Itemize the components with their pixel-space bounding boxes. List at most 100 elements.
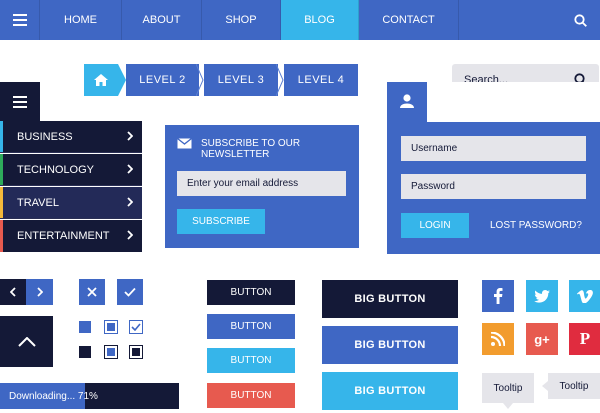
button-red[interactable]: BUTTON [207,383,295,408]
chevron-right-icon [127,230,133,240]
checkbox[interactable] [104,345,118,359]
vimeo-icon [577,289,593,303]
menu-item-business[interactable]: BUSINESS [0,121,142,153]
lost-password-link[interactable]: LOST PASSWORD? [490,220,582,231]
nav-item-shop[interactable]: SHOP [202,0,281,40]
username-field[interactable]: Username [401,136,586,161]
newsletter-title: SUBSCRIBE TO OUR NEWSLETTER [201,138,301,160]
menu-item-color-bar [0,220,3,252]
menu-item-technology[interactable]: TECHNOLOGY [0,154,142,186]
google-plus-icon: g+ [534,331,550,347]
login-button[interactable]: LOGIN [401,213,469,238]
pinterest-icon: P [579,329,591,348]
nav-item-label: CONTACT [382,14,435,26]
checkbox[interactable] [79,346,91,358]
nav-search-button[interactable] [560,0,600,40]
checkbox[interactable] [79,321,91,333]
menu-item-travel[interactable]: TRAVEL [0,187,142,219]
next-arrow-button[interactable] [26,279,53,305]
envelope-icon [177,138,192,149]
nav-item-label: SHOP [225,14,257,26]
user-icon [400,94,414,108]
checkbox[interactable] [104,320,118,334]
button-cyan[interactable]: BUTTON [207,348,295,373]
nav-item-blog[interactable]: BLOG [281,0,359,40]
hamburger-icon [12,14,27,26]
nav-item-contact[interactable]: CONTACT [359,0,459,40]
confirm-button[interactable] [117,279,143,305]
password-field[interactable]: Password [401,174,586,199]
chevron-right-icon [36,287,43,297]
scroll-top-button[interactable] [0,316,53,367]
vimeo-button[interactable] [569,280,600,312]
chevron-up-icon [17,336,36,347]
tooltip: Tooltip [482,373,534,403]
google-plus-button[interactable]: g+ [526,323,558,355]
login-panel-cutout [427,82,600,122]
menu-item-label: TRAVEL [17,196,59,209]
prev-arrow-button[interactable] [0,279,26,305]
nav-item-home[interactable]: HOME [40,0,122,40]
pinterest-button[interactable]: P [569,323,600,355]
facebook-icon [494,288,503,304]
menu-item-color-bar [0,154,3,185]
check-icon [124,287,136,297]
search-icon [573,13,587,27]
breadcrumb-home-button[interactable] [84,64,118,96]
close-button[interactable] [79,279,105,305]
menu-item-entertainment[interactable]: ENTERTAINMENT [0,220,142,252]
button-blue[interactable]: BUTTON [207,314,295,339]
breadcrumb-separator [196,64,204,96]
breadcrumb-arrow [118,64,126,96]
menu-toggle-button[interactable] [0,82,40,122]
breadcrumb-level-3[interactable]: LEVEL 3 [204,64,278,96]
menu-item-label: BUSINESS [17,130,73,143]
breadcrumb-separator [276,64,284,96]
hamburger-icon [13,96,27,108]
breadcrumb-label: LEVEL 3 [217,74,265,86]
checkbox-inner [132,348,140,356]
big-button-cyan[interactable]: BIG BUTTON [322,372,458,410]
tooltip-arrow [542,381,548,391]
big-button-blue[interactable]: BIG BUTTON [322,326,458,364]
nav-item-about[interactable]: ABOUT [122,0,202,40]
top-navigation-bar: HOME ABOUT SHOP BLOG CONTACT [0,0,600,40]
breadcrumb-label: LEVEL 2 [139,74,186,86]
facebook-button[interactable] [482,280,514,312]
chevron-right-icon [127,197,133,207]
breadcrumb-level-4[interactable]: LEVEL 4 [284,64,358,96]
nav-item-label: ABOUT [142,14,181,26]
rss-icon [491,332,505,346]
breadcrumb-label: LEVEL 4 [297,74,345,86]
chevron-right-icon [127,131,133,141]
tooltip-arrow [503,403,513,409]
breadcrumb-level-2[interactable]: LEVEL 2 [126,64,199,96]
menu-item-label: ENTERTAINMENT [17,230,110,242]
checkbox-inner [107,348,115,356]
menu-item-color-bar [0,187,3,218]
newsletter-panel: SUBSCRIBE TO OUR NEWSLETTER Enter your e… [165,125,359,248]
big-button-dark[interactable]: BIG BUTTON [322,280,458,318]
menu-item-color-bar [0,121,3,152]
progress-label: Downloading... 71% [9,391,98,402]
button-dark[interactable]: BUTTON [207,280,295,305]
hamburger-menu-button[interactable] [0,0,40,40]
rss-button[interactable] [482,323,514,355]
home-icon [94,74,108,86]
chevron-left-icon [10,287,16,297]
tooltip-text: Tooltip [493,382,523,394]
subscribe-button[interactable]: SUBSCRIBE [177,209,265,234]
checkbox[interactable] [129,345,143,359]
checkbox-inner [107,323,115,331]
menu-item-label: TECHNOLOGY [17,163,95,176]
chevron-right-icon [127,164,133,174]
progress-bar: Downloading... 71% [0,383,179,409]
nav-item-label: HOME [64,14,97,26]
twitter-button[interactable] [526,280,558,312]
login-panel: Username Password LOGIN LOST PASSWORD? [387,82,600,254]
email-field[interactable]: Enter your email address [177,171,346,196]
tooltip: Tooltip [548,373,600,399]
twitter-icon [534,289,550,303]
checkbox-checked[interactable] [129,320,143,334]
